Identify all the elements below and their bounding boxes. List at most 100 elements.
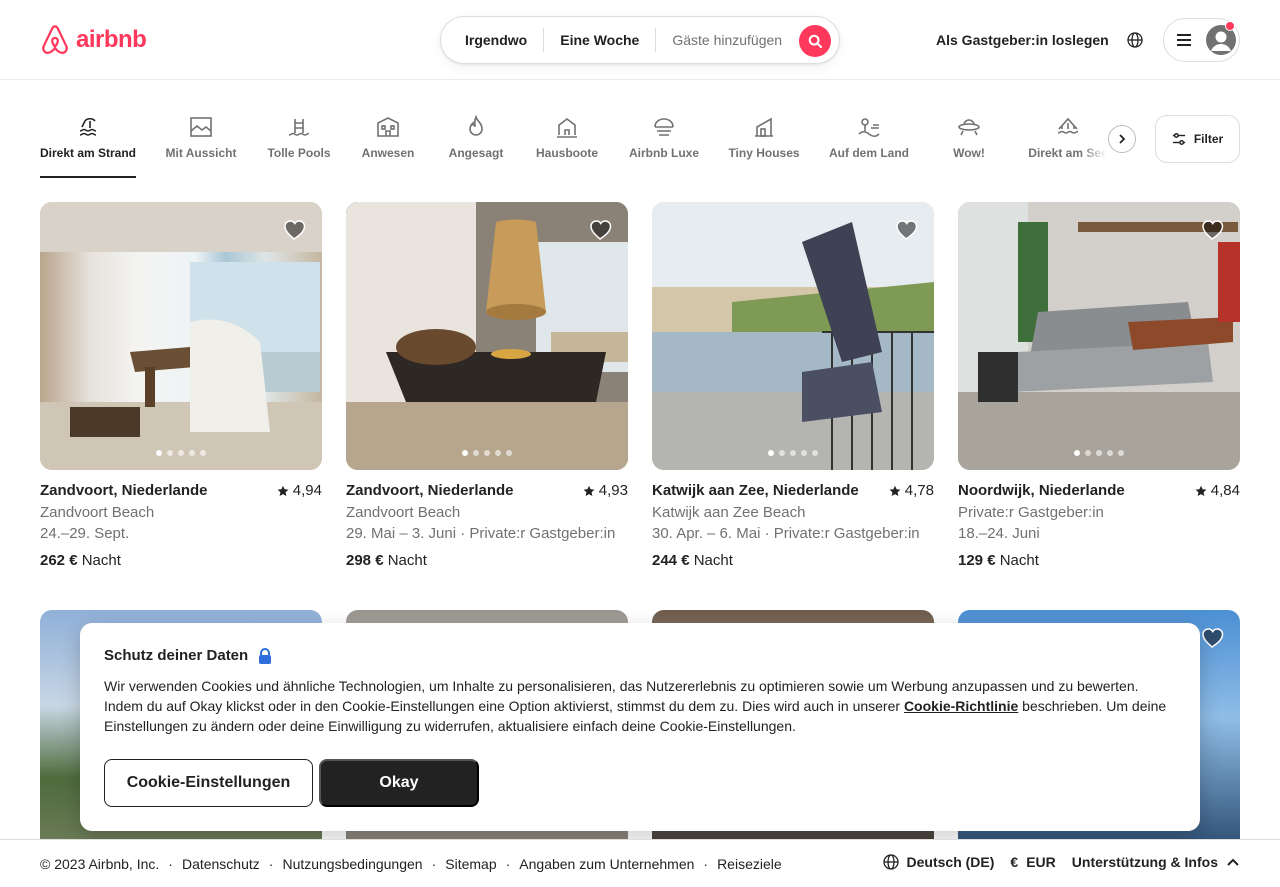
- listing-subtitle: Katwijk aan Zee Beach: [652, 504, 806, 521]
- photo-dot: [1074, 450, 1080, 456]
- category-label: Angesagt: [448, 146, 504, 160]
- listing-photo[interactable]: [652, 202, 934, 470]
- tiny-house-icon: [751, 114, 777, 140]
- category-tiny-houses[interactable]: Tiny Houses: [728, 114, 800, 160]
- listing-card[interactable]: Zandvoort, Niederlande 4,94 Zandvoort Be…: [40, 202, 322, 582]
- search-where[interactable]: Irgendwo: [441, 28, 543, 52]
- category-label: Hausboote: [536, 146, 599, 160]
- wishlist-heart-icon[interactable]: [1200, 218, 1224, 242]
- photo-dot: [1118, 450, 1124, 456]
- category-beachfront[interactable]: Direkt am Strand: [40, 114, 136, 160]
- star-icon: [889, 485, 901, 496]
- listing-rating: 4,84: [1195, 482, 1240, 499]
- cookie-settings-button[interactable]: Cookie-Einstellungen: [104, 759, 313, 807]
- chevron-right-icon: [1119, 134, 1126, 144]
- listing-card[interactable]: Katwijk aan Zee, Niederlande 4,78 Katwij…: [652, 202, 934, 582]
- footer-link-destinations[interactable]: Reiseziele: [717, 856, 782, 872]
- star-icon: [583, 485, 595, 496]
- listing-price: 298 € Nacht: [346, 552, 427, 569]
- search-bar[interactable]: Irgendwo Eine Woche Gäste hinzufügen: [440, 16, 840, 64]
- category-omg[interactable]: Wow!: [940, 114, 998, 160]
- category-countryside[interactable]: Auf dem Land: [829, 114, 909, 160]
- footer-separator: ·: [431, 856, 437, 872]
- filter-button[interactable]: Filter: [1155, 115, 1240, 163]
- listing-dates: 30. Apr. – 6. Mai · Private:r Gastgeber:…: [652, 525, 920, 542]
- footer-currency-button[interactable]: € EUR: [1010, 854, 1055, 870]
- photo-dot: [1107, 450, 1113, 456]
- omg-ufo-icon: [956, 114, 982, 140]
- cookie-dialog-text: Wir verwenden Cookies und ähnliche Techn…: [104, 676, 1174, 736]
- photo-dot: [812, 450, 818, 456]
- wishlist-heart-icon[interactable]: [894, 218, 918, 242]
- category-houseboats[interactable]: Hausboote: [536, 114, 598, 160]
- photo-pagination: [346, 450, 628, 456]
- footer-link-privacy[interactable]: Datenschutz: [182, 856, 260, 872]
- lock-icon: [259, 647, 272, 664]
- search-button[interactable]: [799, 25, 831, 57]
- photo-pagination: [958, 450, 1240, 456]
- rating-value: 4,94: [292, 482, 322, 499]
- listing-photo[interactable]: [40, 202, 322, 470]
- cookie-ok-button[interactable]: Okay: [319, 759, 479, 807]
- category-next-button[interactable]: [1108, 125, 1136, 153]
- cookie-policy-link[interactable]: Cookie-Richtlinie: [904, 698, 1018, 714]
- search-guests[interactable]: Gäste hinzufügen: [656, 28, 782, 52]
- photo-dot: [189, 450, 195, 456]
- footer-separator: ·: [268, 856, 274, 872]
- logo-wordmark: airbnb: [76, 26, 147, 53]
- footer-language-button[interactable]: Deutsch (DE): [882, 854, 994, 870]
- category-views[interactable]: Mit Aussicht: [166, 114, 236, 160]
- footer-support-button[interactable]: Unterstützung & Infos: [1072, 854, 1240, 870]
- listing-dates: 29. Mai – 3. Juni · Private:r Gastgeber:…: [346, 525, 616, 542]
- footer-separator: ·: [168, 856, 173, 872]
- views-icon: [188, 114, 214, 140]
- photo-dot: [473, 450, 479, 456]
- listing-subtitle: Zandvoort Beach: [40, 504, 155, 521]
- category-pools[interactable]: Tolle Pools: [267, 114, 331, 160]
- wishlist-heart-icon[interactable]: [588, 218, 612, 242]
- footer-links: © 2023 Airbnb, Inc. · Datenschutz · Nutz…: [40, 856, 782, 872]
- currency-label: EUR: [1026, 854, 1056, 870]
- wishlist-heart-icon[interactable]: [282, 218, 306, 242]
- listing-photo[interactable]: [346, 202, 628, 470]
- footer-link-terms[interactable]: Nutzungsbedingungen: [282, 856, 422, 872]
- header: airbnb Irgendwo Eine Woche Gäste hinzufü…: [0, 0, 1280, 80]
- search-when[interactable]: Eine Woche: [544, 28, 655, 52]
- footer-separator: ·: [505, 856, 511, 872]
- price-unit: Nacht: [387, 552, 427, 569]
- listing-price: 262 € Nacht: [40, 552, 121, 569]
- chevron-up-icon: [1227, 858, 1239, 866]
- footer-settings: Deutsch (DE) € EUR Unterstützung & Infos: [882, 854, 1240, 870]
- listing-photo-art: [958, 202, 1240, 470]
- photo-dot: [801, 450, 807, 456]
- listing-photo[interactable]: [958, 202, 1240, 470]
- photo-dot: [462, 450, 468, 456]
- language-button[interactable]: [1120, 25, 1150, 55]
- photo-dot: [790, 450, 796, 456]
- category-luxe[interactable]: Airbnb Luxe: [629, 114, 699, 160]
- airbnb-logo[interactable]: airbnb: [40, 24, 147, 56]
- trending-flame-icon: [463, 114, 489, 140]
- pool-icon: [286, 114, 312, 140]
- category-mansions[interactable]: Anwesen: [362, 114, 414, 160]
- photo-dot: [200, 450, 206, 456]
- listing-title: Zandvoort, Niederlande: [40, 482, 208, 499]
- countryside-icon: [856, 114, 882, 140]
- beachfront-icon: [75, 114, 101, 140]
- wishlist-heart-icon[interactable]: [1200, 626, 1224, 650]
- price-value: 262 €: [40, 552, 78, 569]
- lakefront-icon: [1055, 114, 1081, 140]
- photo-dot: [506, 450, 512, 456]
- category-trending[interactable]: Angesagt: [447, 114, 505, 160]
- footer-link-company[interactable]: Angaben zum Unternehmen: [519, 856, 694, 872]
- sliders-icon: [1172, 133, 1185, 145]
- listing-rating: 4,93: [583, 482, 628, 499]
- listing-title: Zandvoort, Niederlande: [346, 482, 514, 499]
- listing-card[interactable]: Zandvoort, Niederlande 4,93 Zandvoort Be…: [346, 202, 628, 582]
- become-host-link[interactable]: Als Gastgeber:in loslegen: [920, 28, 1125, 52]
- footer-link-sitemap[interactable]: Sitemap: [445, 856, 496, 872]
- filter-label: Filter: [1193, 132, 1224, 146]
- listing-card[interactable]: Noordwijk, Niederlande 4,84 Private:r Ga…: [958, 202, 1240, 582]
- listing-title: Noordwijk, Niederlande: [958, 482, 1125, 499]
- cookie-title-text: Schutz deiner Daten: [104, 647, 249, 664]
